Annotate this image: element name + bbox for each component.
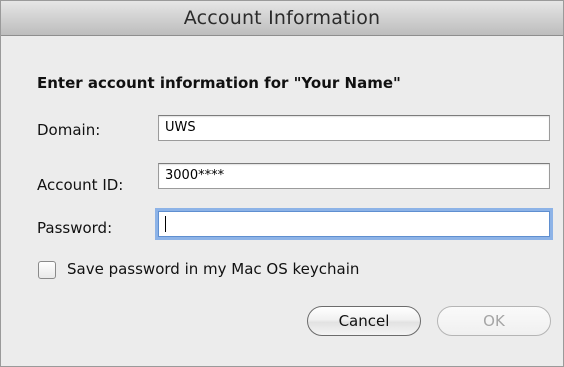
save-password-checkbox-label[interactable]: Save password in my Mac OS keychain [67, 260, 359, 278]
domain-field[interactable]: UWS [158, 115, 550, 141]
window-title: Account Information [183, 7, 381, 29]
form-heading: Enter account information for "Your Name… [37, 74, 401, 92]
save-password-checkbox[interactable] [38, 261, 56, 279]
account-id-field[interactable]: 3000**** [158, 163, 550, 189]
title-bar[interactable]: Account Information [1, 1, 563, 36]
domain-label: Domain: [37, 121, 101, 139]
password-field[interactable] [158, 211, 550, 237]
password-label: Password: [37, 219, 113, 237]
ok-button[interactable]: OK [437, 306, 551, 336]
cancel-button[interactable]: Cancel [307, 306, 421, 336]
account-information-dialog: Account Information Enter account inform… [0, 0, 564, 367]
account-id-label: Account ID: [37, 176, 124, 194]
text-caret [165, 216, 166, 232]
